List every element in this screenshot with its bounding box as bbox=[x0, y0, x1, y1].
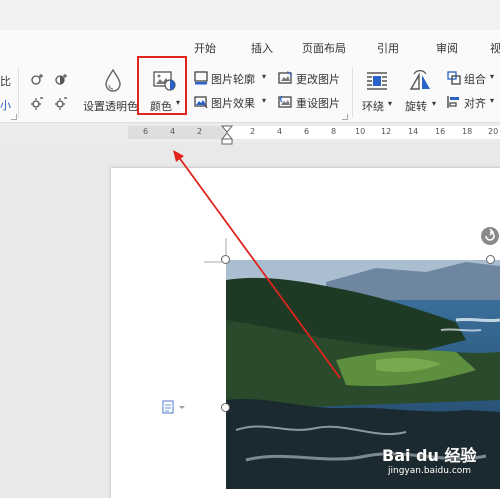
tab-view[interactable]: 视 bbox=[490, 40, 500, 56]
picture-effects-dropdown-icon[interactable]: ▾ bbox=[262, 96, 266, 105]
ruler-number: 4 bbox=[170, 127, 176, 136]
tab-insert[interactable]: 插入 bbox=[251, 40, 273, 56]
group-dropdown-icon[interactable]: ▾ bbox=[490, 72, 494, 81]
rotate-dropdown-icon[interactable]: ▾ bbox=[432, 99, 436, 108]
menu-tabs: 开始 插入 页面布局 引用 审阅 视 bbox=[0, 30, 500, 62]
align-dropdown-icon[interactable]: ▾ bbox=[490, 96, 494, 105]
ruler-number: 2 bbox=[197, 127, 203, 136]
compress-label-cut[interactable]: 小 bbox=[0, 97, 11, 113]
ribbon-separator bbox=[18, 68, 19, 118]
tab-page-layout[interactable]: 页面布局 bbox=[302, 40, 346, 56]
ruler-number: 12 bbox=[381, 127, 392, 136]
ruler-number: 14 bbox=[408, 127, 419, 136]
contrast-decrease-icon[interactable] bbox=[54, 96, 68, 110]
rotate-handle-icon[interactable] bbox=[480, 226, 500, 246]
ruler-number: 10 bbox=[355, 127, 366, 136]
resize-handle-top-left[interactable] bbox=[221, 255, 230, 264]
picture-outline-label[interactable]: 图片轮廓 bbox=[211, 71, 255, 87]
group-icon[interactable] bbox=[447, 71, 461, 85]
brightness-increase-icon[interactable] bbox=[30, 72, 44, 86]
reset-picture-label[interactable]: 重设图片 bbox=[296, 95, 340, 111]
ruler-number: 2 bbox=[250, 127, 256, 136]
title-bar bbox=[0, 0, 500, 30]
wrap-dropdown-icon[interactable]: ▾ bbox=[388, 99, 392, 108]
ruler-number: 18 bbox=[462, 127, 473, 136]
ribbon-separator bbox=[352, 68, 353, 118]
ruler-number: 4 bbox=[277, 127, 283, 136]
ruler-number: 6 bbox=[143, 127, 149, 136]
indent-marker-icon[interactable] bbox=[221, 125, 233, 145]
tab-review[interactable]: 审阅 bbox=[436, 40, 458, 56]
picture-effects-label[interactable]: 图片效果 bbox=[211, 95, 255, 111]
picture-effects-icon[interactable] bbox=[194, 95, 208, 109]
paragraph-layout-icon[interactable] bbox=[162, 400, 186, 414]
ruler-number: 20 bbox=[488, 127, 499, 136]
resize-handle-left[interactable] bbox=[221, 403, 230, 412]
brightness-decrease-icon[interactable] bbox=[30, 96, 44, 110]
tab-references[interactable]: 引用 bbox=[377, 40, 399, 56]
set-transparent-color-icon[interactable] bbox=[102, 68, 124, 92]
group-launcher-icon[interactable] bbox=[11, 114, 17, 120]
tab-home[interactable]: 开始 bbox=[194, 40, 216, 56]
align-icon[interactable] bbox=[447, 95, 461, 109]
change-picture-icon[interactable] bbox=[278, 71, 292, 85]
color-button-highlight bbox=[137, 56, 187, 115]
text-wrap-icon[interactable] bbox=[365, 70, 389, 92]
ruler-number: 6 bbox=[304, 127, 310, 136]
change-picture-label[interactable]: 更改图片 bbox=[296, 71, 340, 87]
picture-outline-icon[interactable] bbox=[194, 71, 208, 85]
baidu-watermark-url: jingyan.baidu.com bbox=[388, 466, 472, 476]
set-transparent-color-label[interactable]: 设置透明色 bbox=[83, 98, 138, 114]
horizontal-ruler: 6 4 2 2 4 6 8 10 12 14 16 18 20 bbox=[0, 123, 500, 145]
picture-style-launcher-icon[interactable] bbox=[342, 114, 348, 120]
contrast-increase-icon[interactable] bbox=[54, 72, 68, 86]
resize-handle-top-right[interactable] bbox=[486, 255, 495, 264]
picture-outline-dropdown-icon[interactable]: ▾ bbox=[262, 72, 266, 81]
ruler-number: 16 bbox=[435, 127, 446, 136]
picture-tools-ribbon: 比 小 设置透明色 颜色 ▾ 图片轮廓 ▾ 图片效果 ▾ 更改图片 重设图片 环… bbox=[0, 62, 500, 123]
baidu-watermark: Bai du 经验 bbox=[382, 446, 477, 465]
rotate-icon[interactable] bbox=[408, 70, 432, 92]
ruler-number: 8 bbox=[331, 127, 337, 136]
contrast-label-cut[interactable]: 比 bbox=[0, 73, 11, 89]
reset-picture-icon[interactable] bbox=[278, 95, 292, 109]
group-label[interactable]: 组合 bbox=[464, 71, 486, 87]
wrap-label[interactable]: 环绕 bbox=[362, 98, 384, 114]
rotate-label[interactable]: 旋转 bbox=[405, 98, 427, 114]
align-label[interactable]: 对齐 bbox=[464, 95, 486, 111]
